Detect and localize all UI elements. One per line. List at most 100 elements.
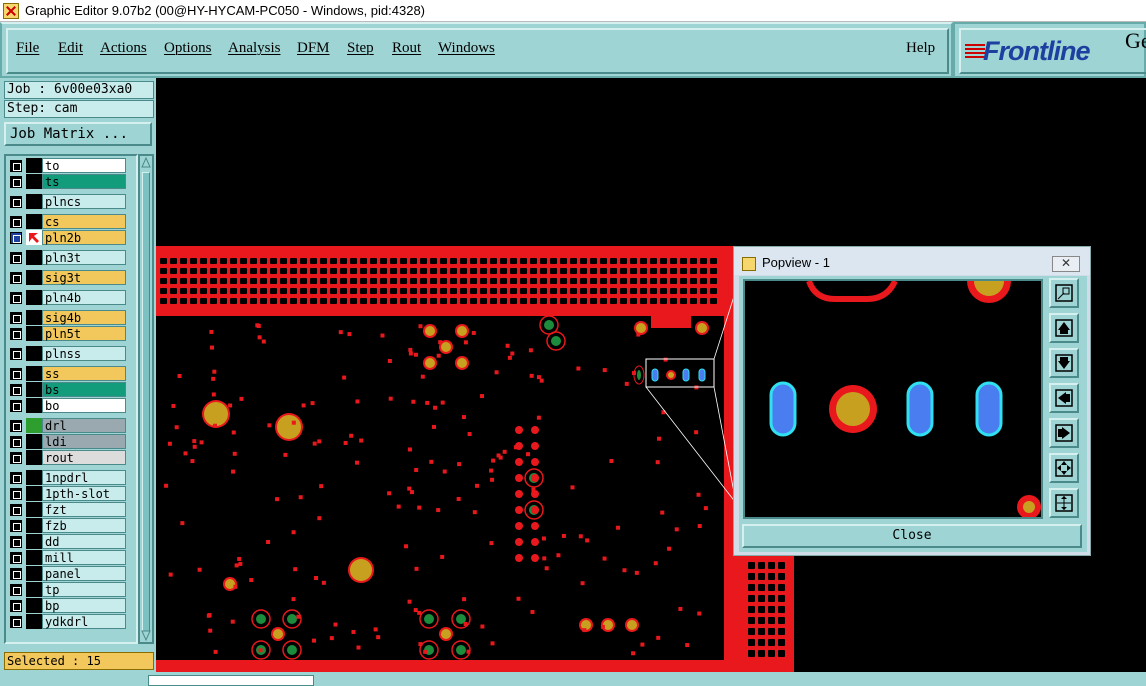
layer-name[interactable]: ldi (42, 434, 126, 449)
layer-checkbox[interactable] (10, 176, 22, 188)
job-matrix-button[interactable]: Job Matrix ... (4, 122, 152, 146)
menu-edit[interactable]: Edit (58, 40, 83, 57)
layer-name[interactable]: 1pth-slot (42, 486, 126, 501)
layer-checkbox[interactable] (10, 252, 22, 264)
menu-dfm[interactable]: DFM (297, 40, 330, 57)
layer-row-rout[interactable]: rout (8, 450, 130, 465)
layer-checkbox[interactable] (10, 272, 22, 284)
layer-checkbox[interactable] (10, 160, 22, 172)
layer-checkbox[interactable] (10, 400, 22, 412)
layer-name[interactable]: bp (42, 598, 126, 613)
layer-checkbox[interactable] (10, 312, 22, 324)
layer-row-pln5t[interactable]: pln5t (8, 326, 130, 341)
layer-checkbox[interactable] (10, 488, 22, 500)
layer-name[interactable]: tp (42, 582, 126, 597)
layer-row-plnss[interactable]: plnss (8, 346, 130, 361)
layer-row-panel[interactable]: panel (8, 566, 130, 581)
layer-name[interactable]: rout (42, 450, 126, 465)
layer-name[interactable]: 1npdrl (42, 470, 126, 485)
layer-name[interactable]: bs (42, 382, 126, 397)
layer-checkbox[interactable] (10, 436, 22, 448)
layer-name[interactable]: plnss (42, 346, 126, 361)
scroll-thumb[interactable] (142, 172, 150, 632)
layer-scrollbar[interactable] (138, 154, 154, 644)
layer-row-ydkdrl[interactable]: ydkdrl (8, 614, 130, 629)
layer-row-sig4b[interactable]: sig4b (8, 310, 130, 325)
layer-row-tp[interactable]: tp (8, 582, 130, 597)
layer-row-pln3t[interactable]: pln3t (8, 250, 130, 265)
layer-checkbox[interactable] (10, 616, 22, 628)
layer-row-dd[interactable]: dd (8, 534, 130, 549)
layer-row-pln2b[interactable]: pln2b (8, 230, 130, 245)
layer-name[interactable]: cs (42, 214, 126, 229)
layer-name[interactable]: drl (42, 418, 126, 433)
layer-name[interactable]: to (42, 158, 126, 173)
layer-row-ldi[interactable]: ldi (8, 434, 130, 449)
popview-close-button[interactable]: Close (742, 524, 1082, 548)
layer-row-ss[interactable]: ss (8, 366, 130, 381)
scroll-down-icon[interactable] (141, 629, 151, 641)
layer-name[interactable]: fzt (42, 502, 126, 517)
layer-checkbox[interactable] (10, 328, 22, 340)
layer-name[interactable]: pln3t (42, 250, 126, 265)
layer-row-ts[interactable]: ts (8, 174, 130, 189)
menu-actions[interactable]: Actions (100, 40, 147, 57)
menu-file[interactable]: File (16, 40, 39, 57)
layer-checkbox[interactable] (10, 472, 22, 484)
layer-row-bo[interactable]: bo (8, 398, 130, 413)
scroll-up-icon[interactable] (141, 157, 151, 169)
popview-zoom-view[interactable] (745, 281, 1043, 519)
pan-left-button[interactable] (1049, 383, 1079, 413)
layer-row-bs[interactable]: bs (8, 382, 130, 397)
layer-checkbox[interactable] (10, 584, 22, 596)
layer-name[interactable]: ss (42, 366, 126, 381)
layer-checkbox[interactable] (10, 536, 22, 548)
zoom-fit-button[interactable] (1049, 278, 1079, 308)
layer-name[interactable]: dd (42, 534, 126, 549)
layer-checkbox[interactable] (10, 196, 22, 208)
menu-step[interactable]: Step (347, 40, 374, 57)
popview-canvas[interactable] (743, 279, 1043, 519)
layer-checkbox[interactable] (10, 552, 22, 564)
layer-row-pln4b[interactable]: pln4b (8, 290, 130, 305)
layer-checkbox[interactable] (10, 216, 22, 228)
layer-name[interactable]: pln5t (42, 326, 126, 341)
menu-options[interactable]: Options (164, 40, 212, 57)
layer-name[interactable]: pln2b (42, 230, 126, 245)
zoom-in-button[interactable] (1049, 453, 1079, 483)
layer-row-bp[interactable]: bp (8, 598, 130, 613)
layer-name[interactable]: sig4b (42, 310, 126, 325)
layer-row-plncs[interactable]: plncs (8, 194, 130, 209)
layer-checkbox[interactable] (10, 368, 22, 380)
layer-name[interactable]: fzb (42, 518, 126, 533)
pan-up-button[interactable] (1049, 313, 1079, 343)
pan-down-button[interactable] (1049, 348, 1079, 378)
layer-row-1pth-slot[interactable]: 1pth-slot (8, 486, 130, 501)
layer-checkbox[interactable] (10, 600, 22, 612)
menu-windows[interactable]: Windows (438, 40, 495, 57)
menu-rout[interactable]: Rout (392, 40, 421, 57)
layer-name[interactable]: sig3t (42, 270, 126, 285)
layer-row-cs[interactable]: cs (8, 214, 130, 229)
layer-checkbox[interactable] (10, 452, 22, 464)
layer-name[interactable]: bo (42, 398, 126, 413)
layer-name[interactable]: panel (42, 566, 126, 581)
popview-close-icon[interactable]: ✕ (1052, 256, 1080, 272)
layer-checkbox[interactable] (10, 420, 22, 432)
layer-checkbox[interactable] (10, 504, 22, 516)
pan-right-button[interactable] (1049, 418, 1079, 448)
menu-help[interactable]: Help (906, 40, 935, 57)
layer-checkbox[interactable] (10, 568, 22, 580)
layer-name[interactable]: ts (42, 174, 126, 189)
layer-checkbox[interactable] (10, 520, 22, 532)
layer-name[interactable]: plncs (42, 194, 126, 209)
layer-name[interactable]: pln4b (42, 290, 126, 305)
layer-row-drl[interactable]: drl (8, 418, 130, 433)
menu-analysis[interactable]: Analysis (228, 40, 281, 57)
layer-name[interactable]: mill (42, 550, 126, 565)
popview-titlebar[interactable]: Popview - 1 ✕ (734, 247, 1090, 275)
layer-row-1npdrl[interactable]: 1npdrl (8, 470, 130, 485)
layer-name[interactable]: ydkdrl (42, 614, 126, 629)
layer-row-fzt[interactable]: fzt (8, 502, 130, 517)
layer-checkbox[interactable] (10, 348, 22, 360)
